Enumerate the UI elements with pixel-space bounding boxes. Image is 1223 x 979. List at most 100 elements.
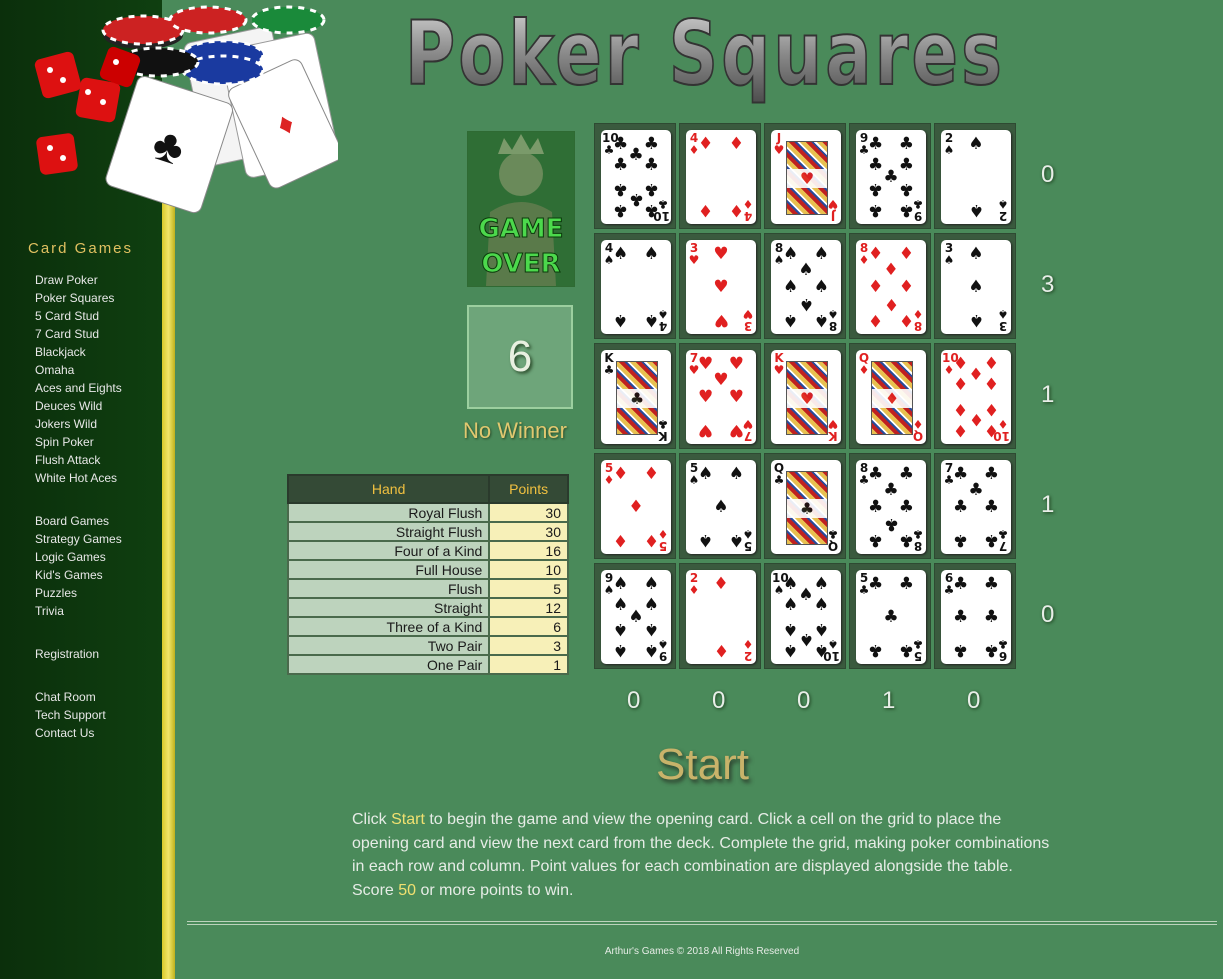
sidebar-link-7-card-stud[interactable]: 7 Card Stud bbox=[35, 325, 122, 343]
sidebar-link-kid-s-games[interactable]: Kid's Games bbox=[35, 566, 122, 584]
grid-cell[interactable]: 4 ♦ 4 ♦ ♦ ♦ ♦ ♦ bbox=[679, 123, 761, 229]
spade-pip-icon: ♠ bbox=[798, 629, 814, 650]
grid-cell[interactable]: 8 ♣ 8 ♣ ♣ ♣ ♣ ♣ ♣ ♣ ♣ ♣ bbox=[849, 453, 931, 559]
playing-card-6-of-clubs: 6 ♣ 6 ♣ ♣ ♣ ♣ ♣ ♣ ♣ bbox=[941, 570, 1011, 664]
start-button[interactable]: Start bbox=[640, 740, 765, 790]
grid-cell[interactable]: 5 ♠ 5 ♠ ♠ ♠ ♠ ♠ ♠ bbox=[679, 453, 761, 559]
grid-cell[interactable]: 2 ♠ 2 ♠ ♠ ♠ bbox=[934, 123, 1016, 229]
page-title: Poker Squares bbox=[405, 2, 1005, 105]
sidebar-link-deuces-wild[interactable]: Deuces Wild bbox=[35, 397, 122, 415]
grid-cell[interactable]: 5 ♣ 5 ♣ ♣ ♣ ♣ ♣ ♣ bbox=[849, 563, 931, 669]
grid-cell[interactable]: 6 ♣ 6 ♣ ♣ ♣ ♣ ♣ ♣ ♣ bbox=[934, 563, 1016, 669]
column-score: 0 bbox=[797, 687, 811, 714]
club-pip-icon: ♣ bbox=[612, 178, 629, 199]
sidebar-link-poker-squares[interactable]: Poker Squares bbox=[35, 289, 122, 307]
face-card-portrait: ♣ bbox=[786, 471, 828, 545]
sidebar-link-strategy-games[interactable]: Strategy Games bbox=[35, 530, 122, 548]
spade-pip-icon: ♠ bbox=[728, 530, 745, 551]
sidebar-link-contact-us[interactable]: Contact Us bbox=[35, 724, 106, 742]
club-pip-icon: ♣ bbox=[983, 606, 1000, 627]
spade-pip-icon: ♠ bbox=[612, 640, 629, 661]
diamond-pip-icon: ♦ bbox=[983, 375, 1000, 396]
sidebar-link-aces-and-eights[interactable]: Aces and Eights bbox=[35, 379, 122, 397]
sidebar-link-draw-poker[interactable]: Draw Poker bbox=[35, 271, 122, 289]
grid-cell[interactable]: 3 ♠ 3 ♠ ♠ ♠ ♠ bbox=[934, 233, 1016, 339]
card-grid: 10 ♣ 10 ♣ ♣ ♣ ♣ ♣ ♣ ♣ ♣ ♣ ♣ ♣ 4 ♦ 4 ♦ ♦ ♦ ♦ ♦ J ♥ J ♥ ♥ 9 ♣ 9 ♣ ♣ ♣ ♣ ♣ ♣ ♣ ♣… bbox=[594, 123, 1019, 671]
card-games-heading: Card Games bbox=[28, 240, 134, 257]
club-pip-icon: ♣ bbox=[983, 463, 1000, 484]
club-pip-icon: ♣ bbox=[867, 530, 884, 551]
grid-cell[interactable]: 10 ♠ 10 ♠ ♠ ♠ ♠ ♠ ♠ ♠ ♠ ♠ ♠ ♠ bbox=[764, 563, 846, 669]
grid-cell[interactable]: Q ♣ Q ♣ ♣ bbox=[764, 453, 846, 559]
club-pip-icon: ♣ bbox=[867, 463, 884, 484]
casino-chips-dice-cards-logo: ♣ ♦ bbox=[34, 5, 338, 214]
sidebar-link-jokers-wild[interactable]: Jokers Wild bbox=[35, 415, 122, 433]
svg-text:OVER: OVER bbox=[481, 249, 560, 279]
diamond-pip-icon: ♦ bbox=[628, 496, 644, 517]
start-link[interactable]: Start bbox=[391, 811, 425, 828]
playing-card-7-of-hearts: 7 ♥ 7 ♥ ♥ ♥ ♥ ♥ ♥ ♥ ♥ bbox=[686, 350, 756, 444]
row-score: 1 bbox=[1041, 491, 1055, 518]
points-table-row: Four of a Kind 16 bbox=[286, 540, 569, 561]
grid-cell[interactable]: K ♣ K ♣ ♣ bbox=[594, 343, 676, 449]
hand-points: 6 bbox=[488, 616, 569, 637]
sidebar-link-blackjack[interactable]: Blackjack bbox=[35, 343, 122, 361]
points-table-row: Straight Flush 30 bbox=[286, 521, 569, 542]
sidebar-link-logic-games[interactable]: Logic Games bbox=[35, 548, 122, 566]
spade-pip-icon: ♠ bbox=[968, 133, 984, 154]
playing-card-4-of-diamonds: 4 ♦ 4 ♦ ♦ ♦ ♦ ♦ bbox=[686, 130, 756, 224]
playing-card-8-of-diamonds: 8 ♦ 8 ♦ ♦ ♦ ♦ ♦ ♦ ♦ ♦ ♦ bbox=[856, 240, 926, 334]
sidebar-link-5-card-stud[interactable]: 5 Card Stud bbox=[35, 307, 122, 325]
club-pip-icon: ♣ bbox=[983, 496, 1000, 517]
playing-card-5-of-spades: 5 ♠ 5 ♠ ♠ ♠ ♠ ♠ ♠ bbox=[686, 460, 756, 554]
playing-card-5-of-clubs: 5 ♣ 5 ♣ ♣ ♣ ♣ ♣ ♣ bbox=[856, 570, 926, 664]
grid-cell[interactable]: 8 ♠ 8 ♠ ♠ ♠ ♠ ♠ ♠ ♠ ♠ ♠ bbox=[764, 233, 846, 339]
hand-points: 30 bbox=[488, 502, 569, 523]
grid-cell[interactable]: 5 ♦ 5 ♦ ♦ ♦ ♦ ♦ ♦ bbox=[594, 453, 676, 559]
grid-cell[interactable]: 7 ♣ 7 ♣ ♣ ♣ ♣ ♣ ♣ ♣ ♣ bbox=[934, 453, 1016, 559]
diamond-pip-icon: ♦ bbox=[952, 398, 969, 419]
sidebar-link-spin-poker[interactable]: Spin Poker bbox=[35, 433, 122, 451]
grid-cell[interactable]: K ♥ K ♥ ♥ bbox=[764, 343, 846, 449]
grid-cell[interactable]: 9 ♠ 9 ♠ ♠ ♠ ♠ ♠ ♠ ♠ ♠ ♠ ♠ bbox=[594, 563, 676, 669]
grid-cell[interactable]: 4 ♠ 4 ♠ ♠ ♠ ♠ ♠ bbox=[594, 233, 676, 339]
sidebar-link-tech-support[interactable]: Tech Support bbox=[35, 706, 106, 724]
spade-pip-icon: ♠ bbox=[798, 259, 814, 280]
face-card-portrait: ♦ bbox=[871, 361, 913, 435]
grid-cell[interactable]: 10 ♦ 10 ♦ ♦ ♦ ♦ ♦ ♦ ♦ ♦ ♦ ♦ ♦ bbox=[934, 343, 1016, 449]
sidebar-link-registration[interactable]: Registration bbox=[35, 645, 99, 663]
grid-cell[interactable]: Q ♦ Q ♦ ♦ bbox=[849, 343, 931, 449]
grid-cell[interactable]: 8 ♦ 8 ♦ ♦ ♦ ♦ ♦ ♦ ♦ ♦ ♦ bbox=[849, 233, 931, 339]
game-over-card: GAME OVER bbox=[467, 131, 575, 287]
spade-pip-icon: ♠ bbox=[782, 310, 799, 331]
sidebar-link-board-games[interactable]: Board Games bbox=[35, 512, 122, 530]
spade-pip-icon: ♠ bbox=[813, 276, 830, 297]
heart-pip-icon: ♥ bbox=[728, 353, 745, 374]
grid-cell[interactable]: 2 ♦ 2 ♦ ♦ ♦ bbox=[679, 563, 761, 669]
diamond-pip-icon: ♦ bbox=[697, 200, 714, 221]
grid-cell[interactable]: 9 ♣ 9 ♣ ♣ ♣ ♣ ♣ ♣ ♣ ♣ ♣ ♣ bbox=[849, 123, 931, 229]
instructions: Click Start to begin the game and view t… bbox=[352, 811, 1050, 899]
sidebar-link-chat-room[interactable]: Chat Room bbox=[35, 688, 106, 706]
sidebar-link-omaha[interactable]: Omaha bbox=[35, 361, 122, 379]
game-title-banner: Poker Squares bbox=[395, 0, 1015, 106]
grid-cell[interactable]: 7 ♥ 7 ♥ ♥ ♥ ♥ ♥ ♥ ♥ ♥ bbox=[679, 343, 761, 449]
diamond-pip-icon: ♦ bbox=[983, 353, 1000, 374]
sidebar-link-trivia[interactable]: Trivia bbox=[35, 602, 122, 620]
playing-card-k-of-hearts: K ♥ K ♥ ♥ bbox=[771, 350, 841, 444]
diamond-pip-icon: ♦ bbox=[713, 573, 729, 594]
sidebar-link-flush-attack[interactable]: Flush Attack bbox=[35, 451, 122, 469]
grid-cell[interactable]: 3 ♥ 3 ♥ ♥ ♥ ♥ bbox=[679, 233, 761, 339]
diamond-pip-icon: ♦ bbox=[952, 375, 969, 396]
grid-cell[interactable]: J ♥ J ♥ ♥ bbox=[764, 123, 846, 229]
hand-points: 16 bbox=[488, 540, 569, 561]
sidebar-link-puzzles[interactable]: Puzzles bbox=[35, 584, 122, 602]
diamond-pip-icon: ♦ bbox=[983, 420, 1000, 441]
points-table-row: One Pair 1 bbox=[286, 654, 569, 675]
club-pip-icon: ♣ bbox=[898, 463, 915, 484]
club-pip-icon: ♣ bbox=[898, 573, 915, 594]
sidebar-link-white-hot-aces[interactable]: White Hot Aces bbox=[35, 469, 122, 487]
grid-cell[interactable]: 10 ♣ 10 ♣ ♣ ♣ ♣ ♣ ♣ ♣ ♣ ♣ ♣ ♣ bbox=[594, 123, 676, 229]
footer: Arthur's Games © 2018 All Rights Reserve… bbox=[604, 946, 800, 957]
spade-pip-icon: ♠ bbox=[643, 640, 660, 661]
